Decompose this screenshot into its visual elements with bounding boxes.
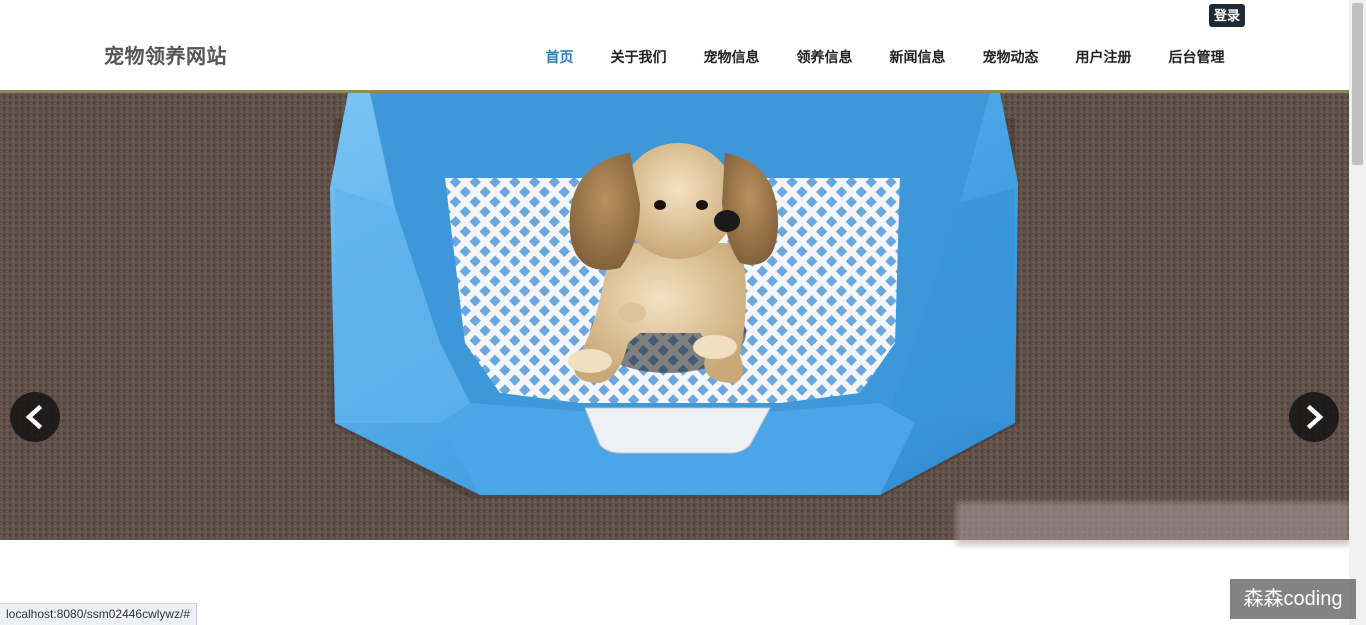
main-nav: 首页 关于我们 宠物信息 领养信息 新闻信息 宠物动态 用户注册 后台管理 [527,47,1243,67]
nav-item-adoption-info[interactable]: 领养信息 [778,47,871,67]
nav-item-home[interactable]: 首页 [527,47,592,67]
scrollbar-thumb[interactable] [1352,3,1363,165]
chevron-left-icon [25,405,43,429]
slider-prev-button[interactable] [10,392,60,442]
slider-image [0,93,1349,540]
nav-item-register[interactable]: 用户注册 [1057,47,1150,67]
page-scrollbar[interactable] [1349,0,1366,625]
nav-item-pet-info[interactable]: 宠物信息 [685,47,778,67]
browser-status-bar: localhost:8080/ssm02446cwlywz/# [0,603,198,625]
login-button[interactable]: 登录 [1209,4,1245,27]
chevron-right-icon [1306,405,1324,429]
watermark: 森森coding [1230,579,1356,619]
hero-slider[interactable] [0,90,1349,540]
site-header: 宠物领养网站 登录 首页 关于我们 宠物信息 领养信息 新闻信息 宠物动态 用户… [0,0,1350,90]
blurred-overlay [956,502,1350,546]
slider-next-button[interactable] [1289,392,1339,442]
nav-item-pet-updates[interactable]: 宠物动态 [964,47,1057,67]
site-title[interactable]: 宠物领养网站 [104,40,227,69]
nav-item-news[interactable]: 新闻信息 [871,47,964,67]
nav-item-about[interactable]: 关于我们 [592,47,685,67]
nav-item-admin[interactable]: 后台管理 [1150,47,1243,67]
